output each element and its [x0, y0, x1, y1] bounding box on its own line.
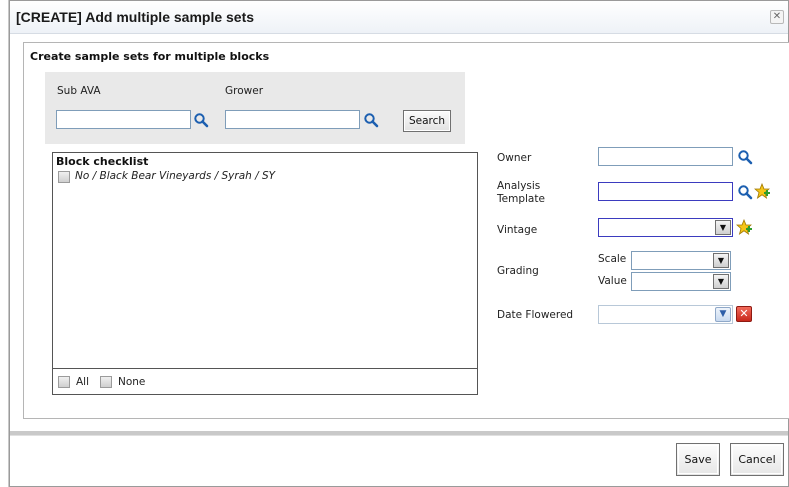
block-item-label: No / Black Bear Vineyards / Syrah / SY — [75, 170, 276, 182]
block-checklist-footer: All None — [52, 368, 478, 395]
sub-ava-label: Sub AVA — [57, 85, 101, 97]
clear-date-icon[interactable]: ✕ — [736, 306, 752, 322]
close-icon: ✕ — [772, 11, 782, 22]
chevron-down-icon: ▼ — [713, 274, 729, 289]
select-none-checkbox[interactable] — [100, 376, 112, 388]
create-sample-sets-dialog: [CREATE] Add multiple sample sets ✕ Crea… — [9, 0, 789, 487]
sub-ava-input[interactable] — [56, 110, 191, 129]
add-vintage-icon[interactable] — [736, 219, 752, 235]
block-checklist-title: Block checklist — [56, 155, 149, 168]
select-all-checkbox[interactable] — [58, 376, 70, 388]
vintage-label: Vintage — [497, 224, 538, 236]
chevron-down-icon: ▼ — [715, 220, 731, 235]
select-all-label: All — [76, 376, 90, 388]
dialog-titlebar[interactable]: [CREATE] Add multiple sample sets ✕ — [10, 1, 788, 34]
scale-label: Scale — [598, 253, 627, 265]
grower-search-icon[interactable] — [363, 112, 379, 128]
owner-label: Owner — [497, 152, 532, 164]
cancel-button[interactable]: Cancel — [730, 443, 784, 476]
background-window-edge — [0, 0, 9, 487]
scale-select[interactable]: ▼ — [631, 251, 731, 270]
value-select[interactable]: ▼ — [631, 272, 731, 291]
section-title: Create sample sets for multiple blocks — [30, 50, 270, 63]
select-none-label: None — [118, 376, 146, 388]
owner-input[interactable] — [598, 147, 733, 166]
date-flowered-label: Date Flowered — [497, 309, 574, 321]
footer-line — [10, 435, 788, 436]
close-button[interactable]: ✕ — [770, 10, 784, 24]
filter-box: Sub AVA Grower Search — [45, 72, 465, 144]
add-analysis-template-icon[interactable] — [754, 183, 770, 199]
grading-label: Grading — [497, 265, 539, 277]
sub-ava-search-icon[interactable] — [193, 112, 209, 128]
date-flowered-input[interactable]: ▼ — [598, 305, 733, 324]
dialog-title: [CREATE] Add multiple sample sets — [16, 9, 255, 25]
content-panel: Create sample sets for multiple blocks S… — [23, 42, 789, 419]
save-button[interactable]: Save — [676, 443, 720, 476]
calendar-dropdown-icon[interactable]: ▼ — [715, 307, 731, 322]
block-checklist-panel: Block checklist No / Black Bear Vineyard… — [52, 152, 478, 395]
vintage-select[interactable]: ▼ — [598, 218, 733, 237]
owner-search-icon[interactable] — [737, 149, 753, 165]
analysis-template-search-icon[interactable] — [737, 184, 753, 200]
analysis-template-label-line2: Template — [497, 193, 545, 205]
chevron-down-icon: ▼ — [713, 253, 729, 268]
grower-input[interactable] — [225, 110, 360, 129]
block-item-checkbox[interactable] — [58, 171, 70, 183]
grower-label: Grower — [225, 85, 264, 97]
value-label: Value — [598, 275, 627, 287]
search-button[interactable]: Search — [403, 110, 451, 132]
analysis-template-input[interactable] — [598, 182, 733, 201]
analysis-template-label-line1: Analysis — [497, 180, 541, 192]
